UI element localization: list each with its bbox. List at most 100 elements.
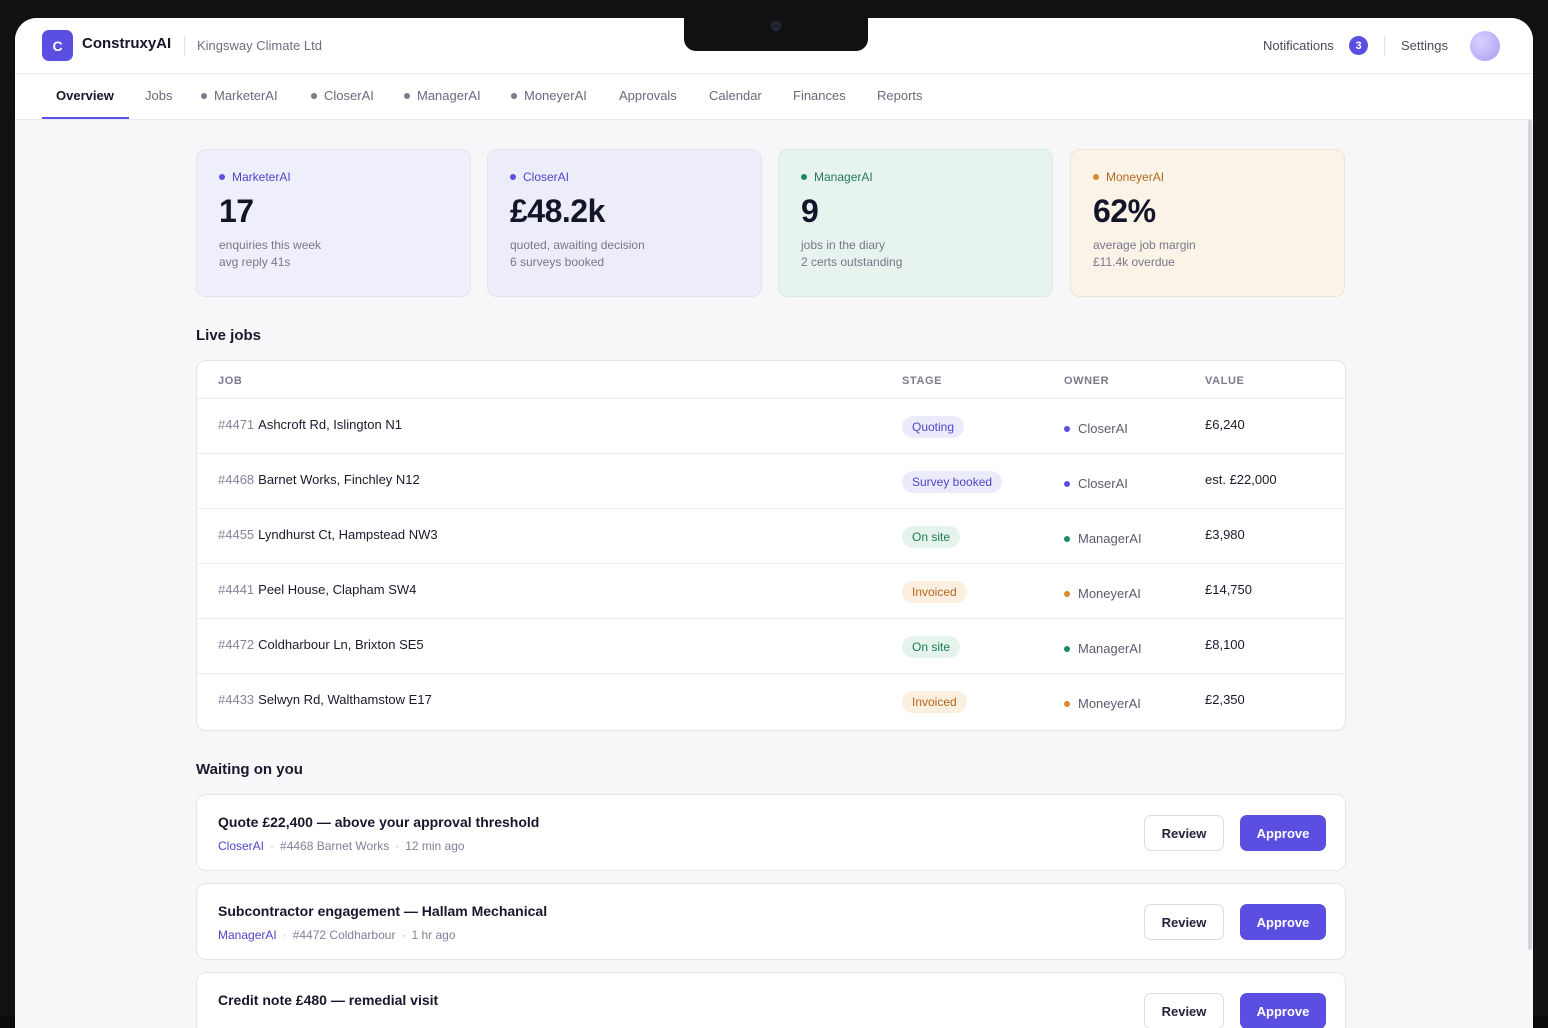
approval-agent[interactable]: CloserAI	[218, 839, 264, 853]
agent-dot-icon	[404, 92, 410, 99]
review-button[interactable]: Review	[1144, 815, 1224, 851]
card-value: 17	[219, 193, 254, 229]
owner-cell: MoneyerAI	[1064, 586, 1141, 601]
notifications-link[interactable]: Notifications	[1263, 38, 1334, 53]
stat-card-managerai[interactable]: ManagerAI 9 jobs in the diary 2 certs out…	[778, 149, 1053, 297]
job-id: #4468	[218, 472, 255, 487]
column-header-owner[interactable]: OWNER	[1064, 375, 1109, 387]
stage-badge: Survey booked	[902, 471, 1003, 493]
job-cell: #4455 Lyndhurst Ct, Hampstead NW3	[218, 527, 438, 542]
value-cell: £14,750	[1205, 582, 1252, 597]
job-id: #4472	[218, 637, 255, 652]
company-name[interactable]: Kingsway Climate Ltd	[197, 38, 322, 53]
approval-time: 1 hr ago	[411, 928, 456, 942]
job-id: #4433	[218, 692, 255, 707]
job-name: Ashcroft Rd, Islington N1	[258, 417, 402, 432]
card-agent-name: MarketerAI	[232, 170, 291, 184]
tab-label: Finances	[793, 88, 846, 103]
tab-finances[interactable]: Finances	[793, 88, 846, 103]
stat-card-marketerai[interactable]: MarketerAI 17 enquiries this week avg rep…	[196, 149, 471, 297]
table-row[interactable]: #4433 Selwyn Rd, Walthamstow E17 Invoiced…	[197, 674, 1345, 729]
tab-reports[interactable]: Reports	[877, 88, 923, 103]
job-id: #4441	[218, 582, 255, 597]
approval-title: Credit note £480 — remedial visit	[218, 992, 439, 1008]
stage-badge: On site	[902, 526, 961, 548]
tab-moneyerai[interactable]: MoneyerAI	[511, 88, 587, 103]
card-value: 9	[801, 193, 819, 229]
agent-dot-icon	[1064, 425, 1070, 432]
job-name: Selwyn Rd, Walthamstow E17	[258, 692, 432, 707]
live-jobs-table: JOB STAGE OWNER VALUE #4471 Ashcroft Rd, …	[196, 360, 1346, 731]
card-agent-name: MoneyerAI	[1106, 170, 1165, 184]
stage-badge: Invoiced	[902, 581, 967, 603]
approval-item: Subcontractor engagement — Hallam Mechan…	[196, 883, 1346, 960]
review-button[interactable]: Review	[1144, 904, 1224, 940]
stage-badge: Invoiced	[902, 691, 967, 713]
card-agent-name: ManagerAI	[814, 170, 873, 184]
card-caption-line: £11.4k overdue	[1093, 255, 1175, 269]
tab-overview[interactable]: Overview	[56, 88, 114, 103]
card-caption-line: jobs in the diary	[801, 238, 886, 252]
column-header-stage[interactable]: STAGE	[902, 375, 942, 387]
tab-managerai[interactable]: ManagerAI	[404, 88, 481, 103]
agent-dot-icon	[1064, 480, 1070, 487]
owner-name: MoneyerAI	[1078, 696, 1141, 711]
table-row[interactable]: #4472 Coldharbour Ln, Brixton SE5 On site…	[197, 619, 1345, 674]
tab-marketerai[interactable]: MarketerAI	[201, 88, 278, 103]
tab-closerai[interactable]: CloserAI	[311, 88, 374, 103]
header-divider	[1384, 36, 1385, 56]
review-button[interactable]: Review	[1144, 993, 1224, 1028]
owner-cell: ManagerAI	[1064, 641, 1142, 656]
meta-separator: ·	[395, 839, 400, 853]
tab-jobs[interactable]: Jobs	[145, 88, 172, 103]
tab-label: Calendar	[709, 88, 762, 103]
card-caption-line: average job margin	[1093, 238, 1196, 252]
approval-ref: #4468 Barnet Works	[280, 839, 390, 853]
tab-approvals[interactable]: Approvals	[619, 88, 677, 103]
column-header-job[interactable]: JOB	[218, 375, 242, 387]
approval-ref: #4472 Coldharbour	[292, 928, 396, 942]
agent-dot-icon	[511, 92, 517, 99]
page-scrollbar[interactable]	[1528, 120, 1532, 950]
card-caption-line: enquiries this week	[219, 238, 322, 252]
app-name[interactable]: ConstruxyAI	[82, 35, 171, 52]
card-caption: enquiries this week avg reply 41s	[219, 237, 448, 271]
job-name: Lyndhurst Ct, Hampstead NW3	[258, 527, 438, 542]
card-agent-label: ManagerAI	[801, 170, 1030, 184]
table-header: JOB STAGE OWNER VALUE	[197, 361, 1345, 399]
agent-dot-icon	[201, 92, 207, 99]
agent-dot-icon	[1064, 590, 1070, 597]
settings-link[interactable]: Settings	[1401, 38, 1448, 53]
tab-label: MarketerAI	[214, 88, 278, 103]
approval-time: 12 min ago	[405, 839, 465, 853]
table-row[interactable]: #4468 Barnet Works, Finchley N12 Survey b…	[197, 454, 1345, 509]
job-name: Barnet Works, Finchley N12	[258, 472, 420, 487]
card-caption: jobs in the diary 2 certs outstanding	[801, 237, 1030, 271]
card-caption-line: avg reply 41s	[219, 255, 291, 269]
card-agent-label: CloserAI	[510, 170, 739, 184]
approval-agent[interactable]: ManagerAI	[218, 928, 277, 942]
column-header-value[interactable]: VALUE	[1205, 375, 1244, 387]
owner-name: ManagerAI	[1078, 531, 1142, 546]
approve-button[interactable]: Approve	[1240, 904, 1326, 940]
value-cell: £6,240	[1205, 417, 1245, 432]
approve-button[interactable]: Approve	[1240, 993, 1326, 1028]
active-tab-indicator	[42, 117, 129, 119]
stage-badge: On site	[902, 636, 961, 658]
device-notch	[684, 18, 868, 51]
user-avatar[interactable]	[1470, 31, 1500, 61]
job-name: Coldharbour Ln, Brixton SE5	[258, 637, 424, 652]
stat-card-closerai[interactable]: CloserAI £48.2k quoted, awaiting decisio…	[487, 149, 762, 297]
table-row[interactable]: #4441 Peel House, Clapham SW4 Invoiced Mo…	[197, 564, 1345, 619]
app-screen: C ConstruxyAI Kingsway Climate Ltd Notif…	[15, 18, 1533, 1028]
tab-label: CloserAI	[324, 88, 374, 103]
job-name: Peel House, Clapham SW4	[258, 582, 417, 597]
table-row[interactable]: #4471 Ashcroft Rd, Islington N1 Quoting C…	[197, 399, 1345, 454]
table-row[interactable]: #4455 Lyndhurst Ct, Hampstead NW3 On site…	[197, 509, 1345, 564]
approval-meta: CloserAI · #4468 Barnet Works · 12 min ago	[218, 839, 465, 853]
tab-calendar[interactable]: Calendar	[709, 88, 762, 103]
owner-cell: CloserAI	[1064, 476, 1128, 491]
agent-dot-icon	[1064, 700, 1070, 707]
approve-button[interactable]: Approve	[1240, 815, 1326, 851]
stat-card-moneyerai[interactable]: MoneyerAI 62% average job margin £11.4k o…	[1070, 149, 1345, 297]
